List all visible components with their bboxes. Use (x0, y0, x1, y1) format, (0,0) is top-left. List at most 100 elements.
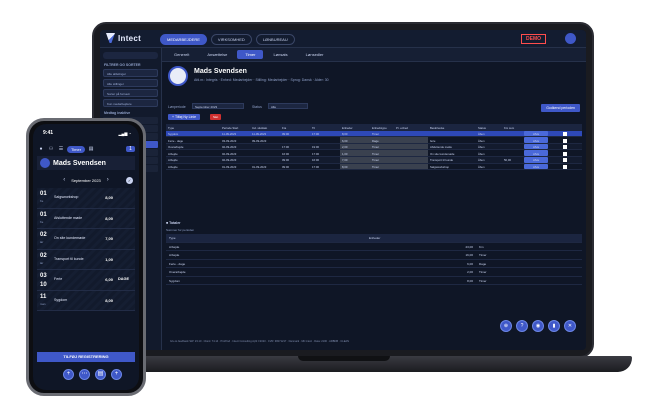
tab-general[interactable]: Generelt (166, 50, 197, 59)
user-avatar[interactable] (565, 33, 576, 44)
topnav-company[interactable]: VIRKSOMHED (210, 34, 252, 45)
table-header-cell[interactable]: Pr. enhed (394, 124, 428, 131)
person-add-icon[interactable]: ⊕ (500, 320, 512, 332)
table-header-cell[interactable]: Ind. slutdato (250, 124, 280, 131)
position-select[interactable]: Alle stillinger (103, 79, 158, 87)
table-cell: 03-09-2023 (222, 138, 237, 143)
row-checkbox[interactable] (548, 164, 582, 170)
checkbox-icon[interactable] (563, 132, 567, 137)
table-header-cell[interactable]: Type (166, 124, 220, 131)
sort-select[interactable]: Sorter på fornavn (103, 89, 158, 97)
table-header-cell[interactable]: Beskrivelse (428, 124, 476, 131)
topnav-employees[interactable]: MEDARBEJDERE (160, 34, 207, 45)
phone-settings-icon[interactable]: ☰ (57, 146, 65, 152)
table-row[interactable]: Ferie - dage 03-09-2023 09-09-2023 6,00 Dage… (166, 137, 582, 144)
chevron-right-icon[interactable]: › (107, 177, 109, 183)
phone-entry[interactable]: 11 man Sygdom 8,00 (37, 290, 135, 311)
reject-button[interactable]: Afvis (524, 150, 548, 156)
people-icon[interactable]: ⚇ (47, 146, 55, 152)
row-checkbox[interactable] (548, 137, 582, 143)
table-cell: 50,00 (504, 158, 511, 163)
period-filters: Lønperiode September 2023 Status Alle + … (168, 102, 582, 122)
add-registration-button[interactable]: TILFØJ REGISTRERING (37, 352, 135, 362)
reject-button[interactable]: Afvis (524, 143, 548, 150)
table-header-cell[interactable]: Km sum (502, 124, 524, 131)
add-icon[interactable]: + (111, 369, 122, 380)
entry-unit: DAGE (118, 277, 129, 281)
reject-button[interactable]: Afvis (524, 163, 548, 170)
person-icon[interactable]: ● (37, 146, 45, 152)
table-cell: Arbejde (168, 151, 178, 156)
checkbox-icon[interactable] (563, 165, 567, 170)
delete-button[interactable]: Slet (210, 114, 222, 120)
tab-hours[interactable]: Timer (237, 50, 264, 59)
list-icon[interactable]: ▤ (95, 369, 106, 380)
entry-weekday: lør (40, 260, 44, 265)
table-header-cell[interactable]: Enheder (340, 124, 370, 131)
table-row[interactable]: Overarbejde 02-09-2023 17:00 19:00 2,00 Timer… (166, 143, 582, 151)
reject-button[interactable]: Afvis (524, 130, 548, 137)
checkbox-icon[interactable] (563, 151, 567, 156)
totals-cell: 8,00 (467, 278, 473, 283)
employee-type-select[interactable]: Kun medarbejdere (103, 99, 158, 107)
table-row[interactable]: Arbejde 02-09-2023 16:00 17:00 1,00 Timer On s… (166, 150, 582, 157)
topnav-payroll-bureau[interactable]: LØNBUREAU (255, 34, 295, 45)
row-checkbox[interactable] (548, 157, 582, 163)
totals-cell: 16,00 (465, 253, 473, 257)
table-cell (250, 157, 280, 163)
checkbox-icon[interactable] (563, 158, 567, 163)
table-row[interactable]: Arbejde 01-09-2023 01-09-2023 09:00 17:00 8,0… (166, 163, 582, 171)
row-checkbox[interactable] (548, 131, 582, 137)
table-header-cell[interactable] (524, 124, 548, 131)
chevron-left-icon[interactable]: ‹ (63, 177, 65, 183)
app-logo[interactable]: Intect (106, 33, 141, 43)
table-header: Type Periode Start Ind. slutdato Fra Til Enhe… (166, 124, 582, 131)
table-header-cell[interactable]: Periode Start (220, 124, 250, 131)
table-cell (394, 150, 428, 156)
row-checkbox[interactable] (548, 144, 582, 150)
add-line-button[interactable]: + Tilføj Ny Linie (168, 114, 201, 120)
add-icon[interactable]: + (63, 369, 74, 380)
phone-entry[interactable]: 02 lør Transport til kunde 1,00 (37, 249, 135, 270)
status-label: Status (252, 105, 262, 109)
status-select[interactable]: Alle (268, 103, 308, 109)
sidebar-search-input[interactable] (103, 52, 158, 59)
tab-payslips[interactable]: Lønsedler (298, 50, 332, 59)
table-cell: 6,00 (340, 137, 370, 143)
phone-entry[interactable]: 02 lør On site kundemøde 7,00 (37, 229, 135, 250)
check-icon[interactable]: ✓ (126, 176, 133, 184)
period-select[interactable]: September 2023 (192, 103, 244, 109)
phone-tab-hours[interactable]: Timer (67, 145, 86, 153)
totals-cell: 6,00 (467, 261, 473, 266)
reject-button[interactable]: Afvis (524, 137, 548, 143)
table-header-cell[interactable]: Status (476, 124, 502, 131)
entry-end-day: 10 (40, 282, 47, 288)
table-header-cell[interactable]: Enhedstype (370, 124, 394, 131)
tab-pay-rate[interactable]: Lønsats (265, 50, 295, 59)
bookmark-icon[interactable]: ▮ (548, 320, 560, 332)
table-header-cell[interactable] (548, 124, 582, 131)
help-icon[interactable]: ? (516, 320, 528, 332)
totals-cell: Timer (479, 270, 487, 274)
checkbox-icon[interactable] (563, 145, 567, 150)
reject-button[interactable]: Afvis (524, 156, 548, 163)
document-icon[interactable]: ▤ (87, 146, 95, 152)
phone-entry[interactable]: 01 fre Afsluttende møde 8,00 (37, 208, 135, 229)
table-header-cell[interactable]: Fra (280, 124, 310, 131)
checkbox-icon[interactable] (563, 138, 567, 143)
table-row[interactable]: Arbejde 02-09-2023 09:00 16:00 7,00 Timer Tran… (166, 156, 582, 164)
close-icon[interactable]: ✕ (564, 320, 576, 332)
table-cell: Timer (370, 150, 394, 156)
table-row[interactable]: Sygdom 11-09-2023 11-09-2023 09:00 17:00 8,00… (166, 130, 582, 138)
phone-entry[interactable]: 03 10 Ferie 6,00 DAGE (37, 270, 135, 291)
approve-period-button[interactable]: Godkend perioden (541, 104, 580, 112)
row-checkbox[interactable] (548, 150, 582, 156)
department-select[interactable]: Alle afdelinger (103, 69, 158, 77)
phone-entry[interactable]: 01 fre Salgsworkshop 8,00 (37, 188, 135, 209)
more-icon[interactable]: ⋯ (79, 369, 90, 380)
phone-badge[interactable]: 1 (126, 146, 135, 152)
tab-employment[interactable]: Ansættelse (199, 50, 235, 59)
chat-icon[interactable]: ◉ (532, 320, 544, 332)
include-inactive-checkbox[interactable]: Medtag inaktive (104, 111, 157, 115)
table-header-cell[interactable]: Til (310, 124, 340, 131)
